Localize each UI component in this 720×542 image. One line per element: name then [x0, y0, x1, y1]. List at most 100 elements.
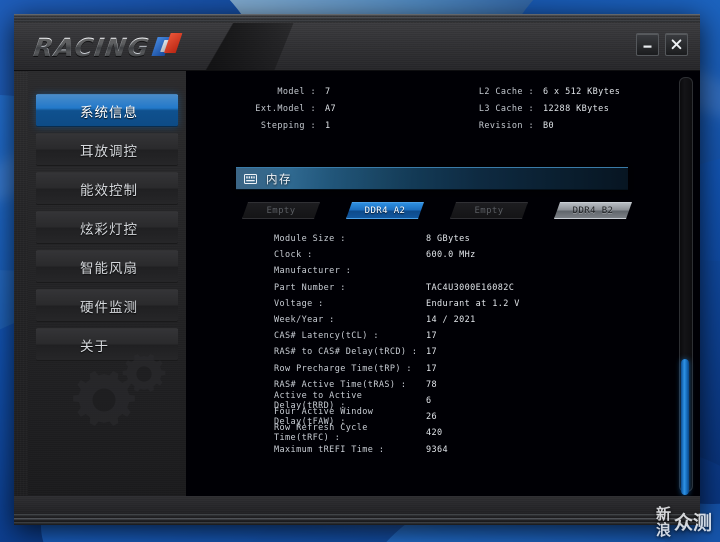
memory-detail-key: Voltage :	[274, 298, 324, 309]
memory-detail-value: 420	[426, 428, 443, 439]
close-button[interactable]	[665, 33, 688, 56]
memory-detail-value: Endurant at 1.2 V	[426, 298, 520, 309]
watermark-word: 众测	[673, 511, 712, 534]
memory-detail-row: Voltage : Endurant at 1.2 V	[274, 296, 694, 312]
window-bottom-bevel	[14, 496, 700, 525]
memory-detail-key: Maximum tREFI Time :	[274, 444, 385, 455]
memory-detail-key: Week/Year :	[274, 315, 335, 326]
memory-detail-key: RAS# Active Time(tRAS) :	[274, 379, 407, 390]
sidebar-item-label: 智能风扇	[80, 260, 138, 277]
screen: RACING 系统信息 耳放调控 能效控制 炫彩灯控 智能风扇 硬件监测 关于 …	[0, 0, 720, 542]
cpu-info-row: Revision : B0	[456, 118, 696, 134]
memory-detail-value: TAC4U3000E16082C	[426, 282, 515, 293]
title-bar: RACING	[14, 23, 700, 71]
cpu-info-value: 6 x 512 KBytes	[543, 87, 621, 97]
memory-detail-key: Module Size :	[274, 234, 346, 245]
cpu-info-value: 1	[325, 121, 331, 131]
memory-detail-key: Part Number :	[274, 282, 346, 293]
cpu-info-right-column: L2 Cache : 6 x 512 KBytes L3 Cache : 122…	[456, 84, 696, 135]
memory-module-icon	[244, 173, 257, 184]
cpu-info-row: L3 Cache : 12288 KBytes	[456, 101, 696, 117]
cpu-info-key: L2 Cache :	[478, 87, 534, 97]
memory-detail-row: Row Precharge Time(tRP) : 17	[274, 361, 694, 377]
memory-detail-value: 17	[426, 347, 438, 358]
memory-slot-tab-b2[interactable]: DDR4 B2	[554, 203, 632, 218]
memory-slot-label: Empty	[242, 202, 320, 219]
cpu-info-value: 7	[325, 87, 331, 97]
memory-detail-value: 6	[426, 395, 432, 406]
sidebar-item-power-efficiency[interactable]: 能效控制	[36, 172, 178, 205]
cpu-info-key: Ext.Model :	[255, 104, 316, 114]
memory-slot-label: Empty	[450, 202, 528, 219]
cpu-info-left-column: Model : 7 Ext.Model : A7 Stepping : 1	[230, 84, 410, 135]
memory-slot-tab-b1[interactable]: Empty	[450, 203, 528, 218]
cpu-info-key: Stepping :	[260, 121, 316, 131]
memory-detail-row: RAS# to CAS# Delay(tRCD) : 17	[274, 344, 694, 360]
window-controls	[636, 33, 688, 56]
watermark: 新 浪 众测	[656, 507, 712, 538]
racing-app-window: RACING 系统信息 耳放调控 能效控制 炫彩灯控 智能风扇 硬件监测 关于 …	[14, 14, 700, 525]
sidebar-item-label: 能效控制	[80, 182, 138, 199]
memory-slot-tabs: Empty DDR4 A2 Empty DDR4 B2	[242, 203, 634, 218]
content-panel: Model : 7 Ext.Model : A7 Stepping : 1 L2…	[186, 71, 700, 496]
sidebar-item-rgb-lighting[interactable]: 炫彩灯控	[36, 211, 178, 244]
memory-section-title: 内存	[266, 171, 292, 186]
sidebar-item-hardware-monitor[interactable]: 硬件监测	[36, 289, 178, 322]
memory-detail-key: RAS# to CAS# Delay(tRCD) :	[274, 347, 418, 358]
sidebar-item-label: 炫彩灯控	[80, 221, 138, 238]
cpu-info-row: Stepping : 1	[230, 118, 410, 134]
cpu-info-value: B0	[543, 121, 555, 131]
watermark-line2: 浪	[655, 520, 671, 539]
memory-detail-row: Module Size : 8 GBytes	[274, 231, 694, 247]
racing-flag-icon	[150, 33, 185, 61]
sidebar: 系统信息 耳放调控 能效控制 炫彩灯控 智能风扇 硬件监测 关于	[28, 71, 187, 496]
memory-slot-tab-a1[interactable]: Empty	[242, 203, 320, 218]
memory-detail-key: Manufacturer :	[274, 266, 352, 277]
memory-section-header: 内存	[236, 167, 628, 190]
memory-detail-key: Clock :	[274, 250, 313, 261]
memory-detail-row: Manufacturer :	[274, 263, 694, 279]
app-logo: RACING	[31, 28, 210, 66]
cpu-info-row: Model : 7	[230, 84, 410, 100]
minimize-button[interactable]	[636, 33, 659, 56]
memory-detail-value: 26	[426, 412, 438, 423]
memory-slot-tab-a2[interactable]: DDR4 A2	[346, 203, 424, 218]
cpu-info-value: A7	[325, 104, 337, 114]
memory-detail-row: Row Refresh Cycle Time(tRFC) : 420	[274, 423, 694, 444]
cpu-info-key: Model :	[277, 87, 316, 97]
memory-detail-value: 17	[426, 331, 438, 342]
memory-slot-label: DDR4 A2	[346, 202, 424, 219]
sidebar-item-headphone-amp[interactable]: 耳放调控	[36, 133, 178, 166]
memory-slot-label: DDR4 B2	[554, 202, 632, 219]
vertical-scrollbar[interactable]	[679, 77, 693, 496]
sidebar-menu: 系统信息 耳放调控 能效控制 炫彩灯控 智能风扇 硬件监测 关于	[36, 94, 178, 367]
sidebar-item-label: 系统信息	[80, 104, 138, 121]
memory-detail-key: Row Refresh Cycle Time(tRFC) :	[274, 423, 368, 444]
gears-decoration-icon	[73, 354, 166, 426]
memory-detail-value: 8 GBytes	[426, 234, 471, 245]
sidebar-item-label: 耳放调控	[80, 143, 138, 160]
memory-detail-key: CAS# Latency(tCL) :	[274, 331, 379, 342]
memory-detail-row: Week/Year : 14 / 2021	[274, 312, 694, 328]
memory-detail-key: Row Precharge Time(tRP) :	[274, 363, 412, 374]
memory-detail-value: 600.0 MHz	[426, 250, 476, 261]
sidebar-item-label: 硬件监测	[80, 299, 138, 316]
app-logo-text: RACING	[31, 32, 152, 62]
watermark-sina: 新 浪	[656, 507, 671, 538]
memory-detail-row: Part Number : TAC4U3000E16082C	[274, 280, 694, 296]
cpu-info-row: Ext.Model : A7	[230, 101, 410, 117]
memory-detail-row: CAS# Latency(tCL) : 17	[274, 328, 694, 344]
memory-detail-value: 9364	[426, 444, 449, 455]
memory-detail-value: 78	[426, 379, 438, 390]
scrollbar-thumb[interactable]	[681, 358, 689, 496]
sidebar-item-system-info[interactable]: 系统信息	[36, 94, 178, 127]
cpu-info-value: 12288 KBytes	[543, 104, 610, 114]
sidebar-item-smart-fan[interactable]: 智能风扇	[36, 250, 178, 283]
memory-detail-row: Maximum tREFI Time : 9364	[274, 441, 694, 457]
cpu-info-key: Revision :	[478, 121, 534, 131]
memory-detail-row: Clock : 600.0 MHz	[274, 247, 694, 263]
memory-details-list: Module Size : 8 GBytes Clock : 600.0 MHz…	[274, 231, 694, 458]
minimize-icon	[643, 45, 652, 48]
cpu-info-key: L3 Cache :	[478, 104, 534, 114]
memory-detail-value: 17	[426, 363, 438, 374]
